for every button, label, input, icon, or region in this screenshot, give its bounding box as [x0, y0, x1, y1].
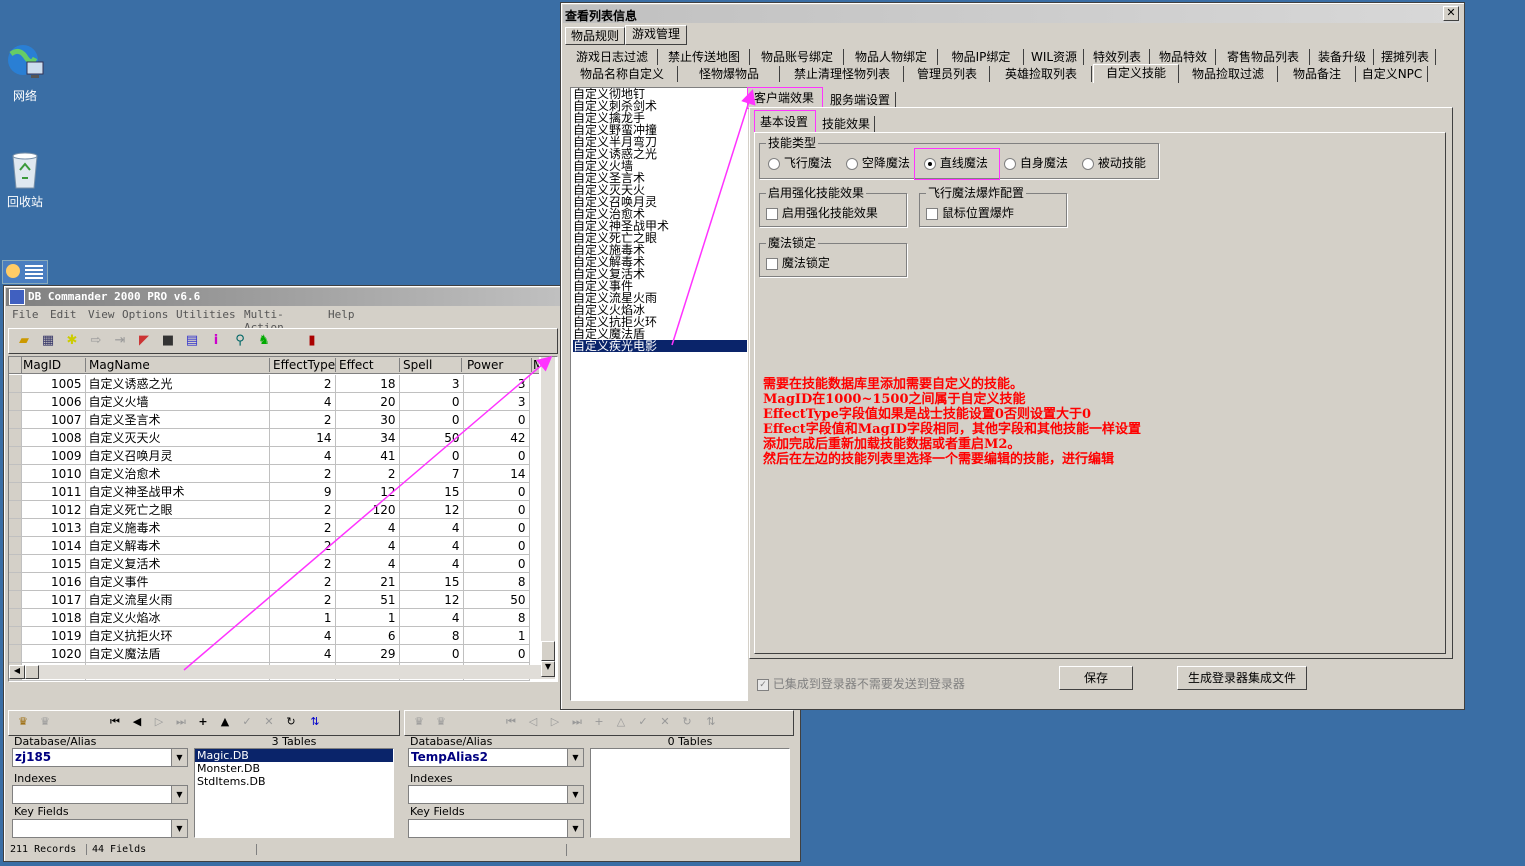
arrow-row-to-list: [183, 356, 553, 671]
annotation-arrows: [183, 89, 756, 671]
arrow-list-to-tab: [671, 89, 756, 346]
